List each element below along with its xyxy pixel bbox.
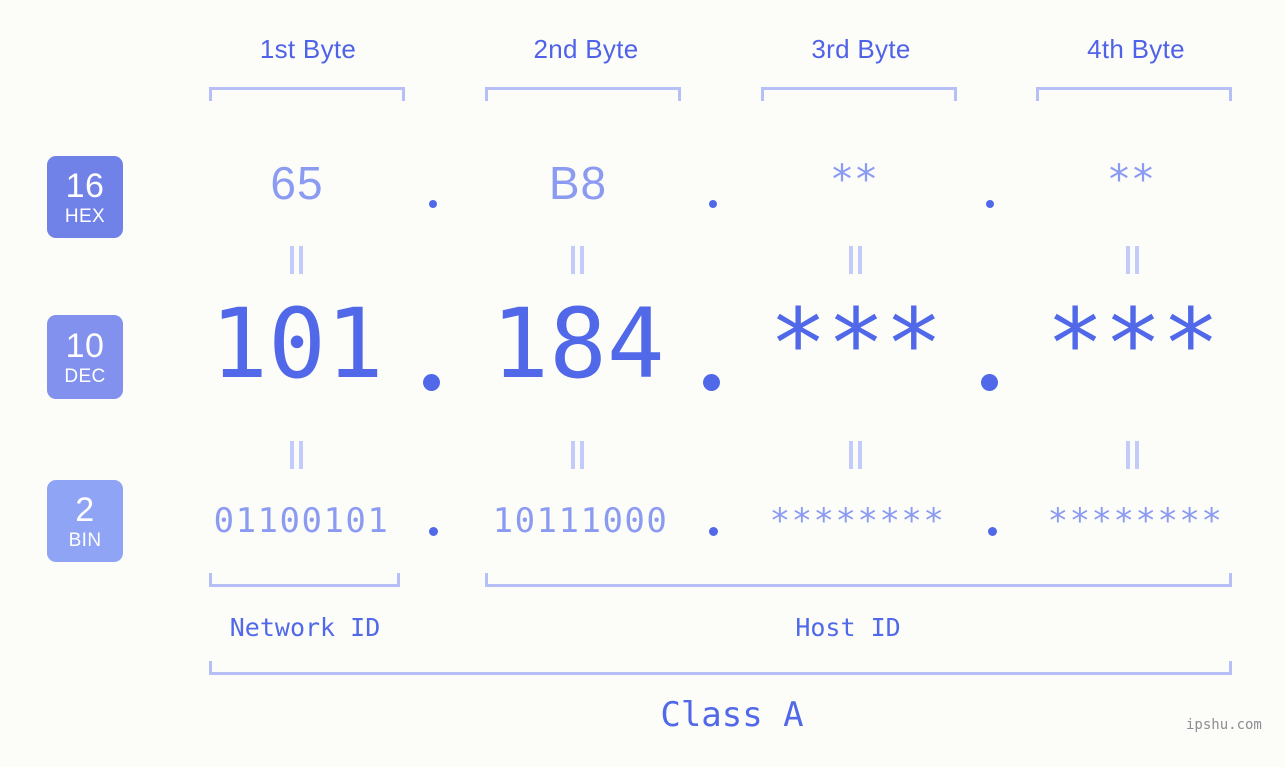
equals-mark-hex-dec-1 [289, 246, 305, 274]
radix-badge-bin: 2 BIN [47, 480, 123, 562]
dec-byte-2: 184 [491, 288, 665, 400]
hex-separator-2 [709, 200, 717, 208]
equals-mark-hex-dec-2 [570, 246, 586, 274]
bin-byte-2: 10111000 [492, 501, 669, 541]
dec-separator-2 [703, 374, 720, 391]
radix-badge-dec-number: 10 [65, 326, 105, 365]
radix-badge-hex-number: 16 [65, 166, 105, 205]
byte-bracket-top-4 [1036, 87, 1232, 101]
equals-mark-dec-bin-4 [1125, 441, 1141, 469]
hex-separator-1 [429, 200, 437, 208]
radix-badge-dec: 10 DEC [47, 315, 123, 399]
hex-byte-1: 65 [270, 157, 324, 209]
network-id-label: Network ID [229, 613, 381, 642]
network-id-bracket [209, 573, 400, 587]
equals-mark-dec-bin-2 [570, 441, 586, 469]
radix-badge-bin-abbr: BIN [68, 529, 102, 551]
hex-byte-4: ** [1109, 157, 1157, 203]
bin-separator-3 [988, 527, 997, 536]
hex-byte-3: ** [832, 157, 880, 203]
equals-mark-dec-bin-1 [289, 441, 305, 469]
radix-badge-hex-abbr: HEX [64, 205, 106, 227]
host-id-bracket [485, 573, 1232, 587]
bin-separator-1 [429, 527, 438, 536]
bin-separator-2 [709, 527, 718, 536]
equals-mark-hex-dec-4 [1125, 246, 1141, 274]
class-bracket [209, 661, 1232, 675]
bin-byte-3: ******** [769, 501, 946, 541]
byte-bracket-top-1 [209, 87, 405, 101]
dec-byte-4: *** [1046, 288, 1220, 400]
equals-mark-dec-bin-3 [848, 441, 864, 469]
radix-badge-dec-abbr: DEC [64, 365, 106, 387]
byte-label-2: 2nd Byte [533, 34, 639, 64]
byte-label-1: 1st Byte [259, 34, 357, 64]
class-label: Class A [660, 695, 804, 735]
bin-byte-4: ******** [1047, 501, 1224, 541]
byte-bracket-top-3 [761, 87, 957, 101]
hex-byte-2: B8 [548, 157, 608, 209]
hex-separator-3 [986, 200, 994, 208]
dec-separator-3 [981, 374, 998, 391]
equals-mark-hex-dec-3 [848, 246, 864, 274]
site-watermark: ipshu.com [1186, 717, 1262, 733]
byte-label-3: 3rd Byte [811, 34, 911, 64]
radix-badge-bin-number: 2 [75, 490, 95, 529]
byte-label-4: 4th Byte [1087, 34, 1185, 64]
host-id-label: Host ID [795, 613, 901, 642]
dec-byte-3: *** [769, 288, 943, 400]
byte-bracket-top-2 [485, 87, 681, 101]
bin-byte-1: 01100101 [213, 501, 390, 541]
radix-badge-hex: 16 HEX [47, 156, 123, 238]
dec-separator-1 [423, 374, 440, 391]
dec-byte-1: 101 [210, 288, 384, 400]
ip-byte-breakdown-diagram: 1st Byte 2nd Byte 3rd Byte 4th Byte 16 H… [0, 0, 1285, 767]
